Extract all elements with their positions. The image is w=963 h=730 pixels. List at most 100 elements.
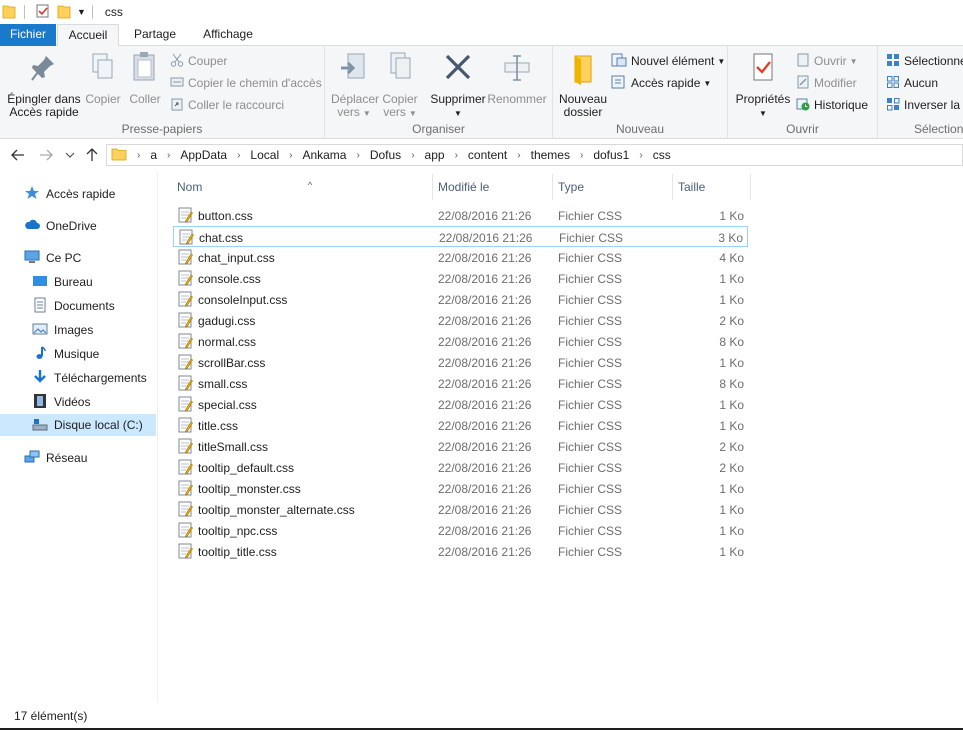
open-chevron-icon: ▼ [849,56,858,66]
paste-button[interactable]: Coller [126,50,164,106]
select-all-button[interactable]: Sélectionner [886,51,963,71]
select-none-button[interactable]: Aucun [886,73,938,93]
copy-path-button[interactable]: Copier le chemin d'accès [170,73,322,93]
copy-button[interactable]: Copier [84,50,122,106]
column-header-name[interactable]: ^ Nom [172,174,433,200]
table-row[interactable]: chat.css 22/08/2016 21:26 Fichier CSS 3 Ko [173,226,748,247]
chevron-right-icon[interactable]: › [167,150,170,161]
table-row[interactable]: tooltip_title.css 22/08/2016 21:26 Fichier… [173,541,748,562]
recent-locations-chevron-icon[interactable] [62,147,78,163]
nav-quick-access[interactable]: Accès rapide [24,183,115,205]
pin-label-2: Accès rapide [9,105,79,119]
nav-music[interactable]: Musique [32,343,99,365]
column-header-type[interactable]: Type [553,174,673,200]
tab-view[interactable]: Affichage [193,24,263,46]
nav-videos[interactable]: Vidéos [32,391,90,413]
invert-selection-button[interactable]: Inverser la s [886,95,963,115]
table-row[interactable]: titleSmall.css 22/08/2016 21:26 Fichier CS… [173,436,748,457]
tab-file[interactable]: Fichier [0,24,56,46]
customize-toolbar-chevron-icon[interactable]: ▼ [77,7,86,17]
table-row[interactable]: button.css 22/08/2016 21:26 Fichier CSS 1 K… [173,205,748,226]
table-row[interactable]: normal.css 22/08/2016 21:26 Fichier CSS 8 K… [173,331,748,352]
chevron-right-icon[interactable]: › [237,150,240,161]
nav-onedrive[interactable]: OneDrive [24,215,97,237]
table-row[interactable]: tooltip_default.css 22/08/2016 21:26 Fichi… [173,457,748,478]
column-header-size[interactable]: Taille [673,174,751,200]
nav-downloads-label: Téléchargements [54,371,147,385]
new-item-button[interactable]: Nouvel élément ▼ [611,51,725,71]
table-row[interactable]: tooltip_npc.css 22/08/2016 21:26 Fichier C… [173,520,748,541]
up-arrow-icon[interactable] [84,147,100,163]
table-row[interactable]: scrollBar.css 22/08/2016 21:26 Fichier CSS… [173,352,748,373]
nav-pictures[interactable]: Images [32,319,93,341]
history-label: Historique [814,98,869,112]
file-size: 2 Ko [719,314,744,328]
column-header-modified[interactable]: Modifié le [433,174,553,200]
chevron-right-icon[interactable]: › [639,150,642,161]
copy-to-button[interactable]: Copier vers ▼ [379,50,421,120]
title-bar: ▼ css [0,0,963,24]
crumb-content[interactable]: content [468,148,507,162]
open-button[interactable]: Ouvrir ▼ [796,51,858,71]
nav-local-disk[interactable]: Disque local (C:) [0,414,156,436]
file-name: special.css [198,398,257,412]
table-row[interactable]: console.css 22/08/2016 21:26 Fichier CSS 1 … [173,268,748,289]
table-row[interactable]: consoleInput.css 22/08/2016 21:26 Fichier … [173,289,748,310]
tab-home[interactable]: Accueil [57,24,119,47]
rename-button[interactable]: Renommer [487,50,547,106]
crumb-dofus[interactable]: Dofus [370,148,401,162]
table-row[interactable]: gadugi.css 22/08/2016 21:26 Fichier CSS 2 K… [173,310,748,331]
crumb-a[interactable]: a [150,148,157,162]
crumb-dofus1[interactable]: dofus1 [593,148,629,162]
crumb-ankama[interactable]: Ankama [302,148,346,162]
back-arrow-icon[interactable] [10,147,26,163]
chevron-right-icon[interactable]: › [517,150,520,161]
new-folder-label-2: dossier [563,105,603,119]
table-row[interactable]: special.css 22/08/2016 21:26 Fichier CSS 1 … [173,394,748,415]
nav-network[interactable]: Réseau [24,447,87,469]
new-folder-icon[interactable] [57,3,71,22]
move-to-button[interactable]: Déplacer vers ▼ [331,50,379,120]
chevron-right-icon[interactable]: › [356,150,359,161]
history-button[interactable]: Historique [796,95,868,115]
file-date: 22/08/2016 21:26 [438,419,532,433]
address-bar[interactable]: › a › AppData › Local › Ankama › Dofus ›… [106,144,963,166]
nav-network-label: Réseau [46,451,88,465]
select-all-label: Sélectionner [904,54,963,68]
crumb-local[interactable]: Local [250,148,279,162]
table-row[interactable]: title.css 22/08/2016 21:26 Fichier CSS 1 Ko [173,415,748,436]
crumb-css[interactable]: css [653,148,671,162]
delete-button[interactable]: Supprimer ▼ [429,50,487,120]
easy-access-button[interactable]: Accès rapide ▼ [611,73,711,93]
chevron-right-icon[interactable]: › [289,150,292,161]
file-size: 2 Ko [719,461,744,475]
crumb-appdata[interactable]: AppData [180,148,227,162]
cut-button[interactable]: Couper [170,51,227,71]
table-row[interactable]: tooltip_monster.css 22/08/2016 21:26 Fichi… [173,478,748,499]
table-row[interactable]: small.css 22/08/2016 21:26 Fichier CSS 8 Ko [173,373,748,394]
new-folder-button[interactable]: Nouveau dossier [557,50,609,119]
pin-quick-access-button[interactable]: Épingler dans Accès rapide [4,50,84,119]
image-icon [32,321,48,340]
chevron-right-icon[interactable]: › [137,150,140,161]
open-label: Ouvrir [814,54,847,68]
chevron-right-icon[interactable]: › [580,150,583,161]
nav-this-pc[interactable]: Ce PC [24,247,81,269]
file-date: 22/08/2016 21:26 [438,398,532,412]
copy-icon [84,50,122,89]
forward-arrow-icon[interactable] [38,147,54,163]
chevron-right-icon[interactable]: › [411,150,414,161]
nav-downloads[interactable]: Téléchargements [32,367,147,389]
crumb-themes[interactable]: themes [531,148,570,162]
chevron-right-icon[interactable]: › [455,150,458,161]
edit-button[interactable]: Modifier [796,73,857,93]
tab-share[interactable]: Partage [124,24,186,46]
properties-button[interactable]: Propriétés ▼ [732,50,794,120]
table-row[interactable]: chat_input.css 22/08/2016 21:26 Fichier CS… [173,247,748,268]
table-row[interactable]: tooltip_monster_alternate.css 22/08/2016 … [173,499,748,520]
properties-check-icon[interactable] [35,3,51,22]
paste-shortcut-button[interactable]: Coller le raccourci [170,95,284,115]
nav-documents[interactable]: Documents [32,295,115,317]
nav-desktop[interactable]: Bureau [32,271,93,293]
crumb-app[interactable]: app [425,148,445,162]
